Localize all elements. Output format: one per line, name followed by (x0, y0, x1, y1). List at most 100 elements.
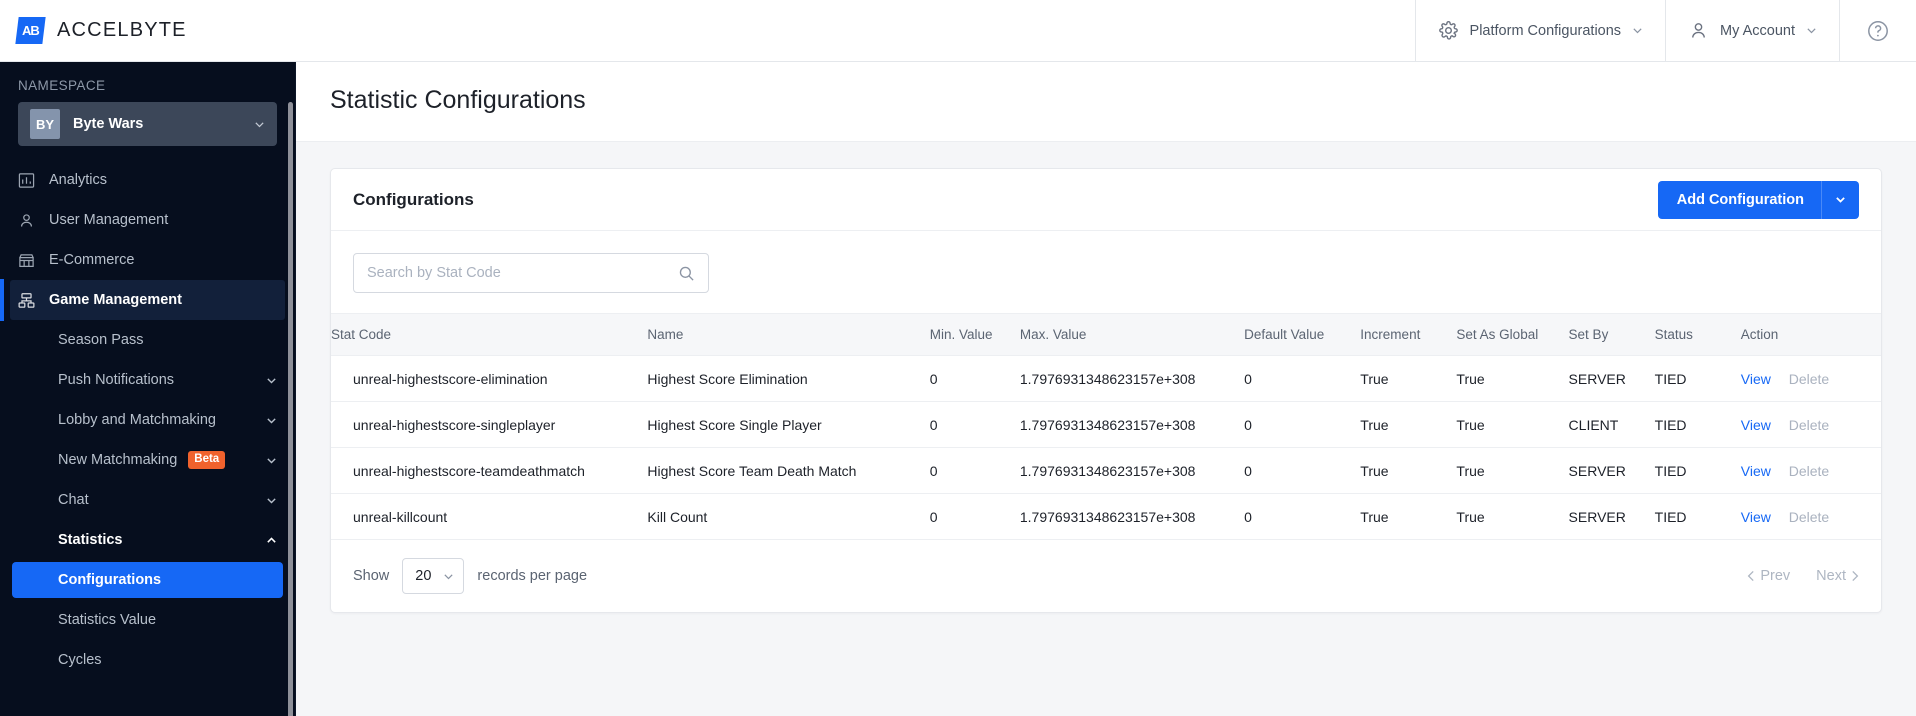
platform-configurations-menu[interactable]: Platform Configurations (1414, 0, 1666, 62)
records-per-page-select[interactable]: 20 (402, 558, 465, 594)
add-configuration-button[interactable]: Add Configuration (1657, 180, 1859, 219)
sidebar: NAMESPACE BY Byte Wars Analytics User Ma… (0, 62, 296, 716)
cell-default-value: 0 (1244, 493, 1361, 540)
view-link[interactable]: View (1741, 417, 1771, 433)
sidebar-subitem-label: Statistics Value (58, 612, 157, 628)
my-account-label: My Account (1720, 22, 1795, 39)
column-header-stat-code: Stat Code (331, 313, 648, 356)
cell-set-as-global: True (1456, 355, 1569, 402)
table-header: Stat Code Name Min. Value Max. Value Def… (331, 313, 1881, 356)
add-configuration-dropdown-toggle[interactable] (1821, 180, 1859, 219)
column-header-min-value: Min. Value (929, 313, 1020, 356)
next-page-button[interactable]: Next (1816, 568, 1859, 584)
column-header-action: Action (1740, 313, 1881, 356)
help-button[interactable] (1839, 0, 1916, 62)
table-row: unreal-highestscore-singleplayer Highest… (331, 401, 1881, 448)
cell-min-value: 0 (929, 355, 1020, 402)
prev-page-label: Prev (1760, 568, 1791, 584)
sidebar-item-cycles[interactable]: Cycles (0, 640, 295, 680)
records-per-page-label: records per page (477, 568, 588, 584)
cell-increment: True (1360, 447, 1457, 494)
table-row: unreal-highestscore-elimination Highest … (331, 355, 1881, 402)
next-page-label: Next (1816, 568, 1846, 584)
cell-set-as-global: True (1456, 401, 1569, 448)
sidebar-subitem-lobby-and-matchmaking[interactable]: Lobby and Matchmaking (0, 400, 295, 440)
sidebar-item-label: Analytics (49, 172, 108, 188)
cell-status: TIED (1654, 355, 1741, 402)
chevron-down-icon (444, 573, 454, 579)
my-account-menu[interactable]: My Account (1665, 0, 1839, 62)
cell-max-value: 1.7976931348623157e+308 (1019, 401, 1245, 448)
top-bar: AB ACCELBYTE Platform Configurations My … (0, 0, 1916, 62)
sidebar-subitem-label: Lobby and Matchmaking (58, 412, 216, 428)
namespace-name: Byte Wars (73, 116, 144, 132)
table-body: unreal-highestscore-elimination Highest … (331, 355, 1881, 540)
accelbyte-logo-icon: AB (15, 17, 46, 44)
sidebar-item-statistics-value[interactable]: Statistics Value (0, 600, 295, 640)
search-area (331, 231, 1881, 313)
records-per-page-group: Show 20 records per page (353, 558, 587, 594)
namespace-badge: BY (30, 109, 60, 139)
cell-set-by: SERVER (1568, 355, 1655, 402)
view-link[interactable]: View (1741, 509, 1771, 525)
cell-name: Highest Score Team Death Match (647, 447, 930, 494)
view-link[interactable]: View (1741, 371, 1771, 387)
table-row: unreal-highestscore-teamdeathmatch Highe… (331, 447, 1881, 494)
cell-min-value: 0 (929, 447, 1020, 494)
card-header: Configurations Add Configuration (331, 169, 1881, 231)
namespace-selector[interactable]: BY Byte Wars (18, 102, 277, 146)
table-row: unreal-killcount Kill Count 0 1.79769313… (331, 493, 1881, 540)
sidebar-subitem-new-matchmaking[interactable]: New Matchmaking Beta (0, 440, 295, 480)
sidebar-item-configurations[interactable]: Configurations (12, 562, 283, 598)
cell-set-by: SERVER (1568, 493, 1655, 540)
chevron-up-icon (267, 536, 276, 543)
show-label: Show (353, 568, 390, 584)
page-header: Statistic Configurations (296, 62, 1916, 142)
column-header-max-value: Max. Value (1019, 313, 1245, 356)
sidebar-scrollbar[interactable] (288, 102, 293, 716)
chevron-right-icon (1852, 570, 1859, 582)
cell-stat-code: unreal-highestscore-elimination (331, 355, 648, 402)
app-shell: NAMESPACE BY Byte Wars Analytics User Ma… (0, 62, 1916, 716)
cell-min-value: 0 (929, 401, 1020, 448)
cell-default-value: 0 (1244, 355, 1361, 402)
store-icon (19, 253, 34, 267)
help-circle-icon (1868, 20, 1888, 41)
sidebar-item-e-commerce[interactable]: E-Commerce (0, 240, 295, 280)
brand-logo[interactable]: AB ACCELBYTE (0, 17, 187, 44)
sidebar-item-user-management[interactable]: User Management (0, 200, 295, 240)
chevron-down-icon (267, 497, 276, 503)
prev-page-button[interactable]: Prev (1747, 568, 1790, 584)
cell-set-as-global: True (1456, 447, 1569, 494)
cell-status: TIED (1654, 401, 1741, 448)
sidebar-subitem-season-pass[interactable]: Season Pass (0, 320, 295, 360)
search-box[interactable] (353, 253, 709, 293)
sidebar-item-analytics[interactable]: Analytics (0, 160, 295, 200)
server-rack-icon (18, 292, 35, 308)
sidebar-subitem-statistics[interactable]: Statistics (0, 520, 295, 560)
cell-stat-code: unreal-killcount (331, 493, 648, 540)
namespace-section-label: NAMESPACE (18, 78, 106, 93)
sidebar-item-label: E-Commerce (49, 252, 135, 268)
search-input[interactable] (367, 265, 678, 281)
cell-increment: True (1360, 493, 1457, 540)
pagination: Prev Next (1747, 568, 1859, 584)
sidebar-item-game-management[interactable]: Game Management (0, 279, 285, 321)
brand-mark-text: AB (22, 23, 39, 38)
sidebar-subitem-chat[interactable]: Chat (0, 480, 295, 520)
sidebar-subitem-label: Statistics (58, 532, 123, 548)
chevron-left-icon (1748, 570, 1755, 582)
sidebar-subitem-push-notifications[interactable]: Push Notifications (0, 360, 295, 400)
sidebar-subitem-label-wrap: New Matchmaking Beta (58, 451, 226, 469)
column-header-status: Status (1654, 313, 1741, 356)
table-header-row: Stat Code Name Min. Value Max. Value Def… (331, 313, 1881, 356)
cell-set-by: SERVER (1568, 447, 1655, 494)
cell-default-value: 0 (1244, 401, 1361, 448)
chevron-down-icon (255, 121, 264, 127)
sidebar-subitem-label: New Matchmaking (58, 452, 178, 468)
cell-min-value: 0 (929, 493, 1020, 540)
chevron-down-icon (267, 377, 276, 383)
delete-link: Delete (1788, 370, 1830, 387)
cell-action: View Delete (1740, 493, 1881, 540)
view-link[interactable]: View (1741, 463, 1771, 479)
